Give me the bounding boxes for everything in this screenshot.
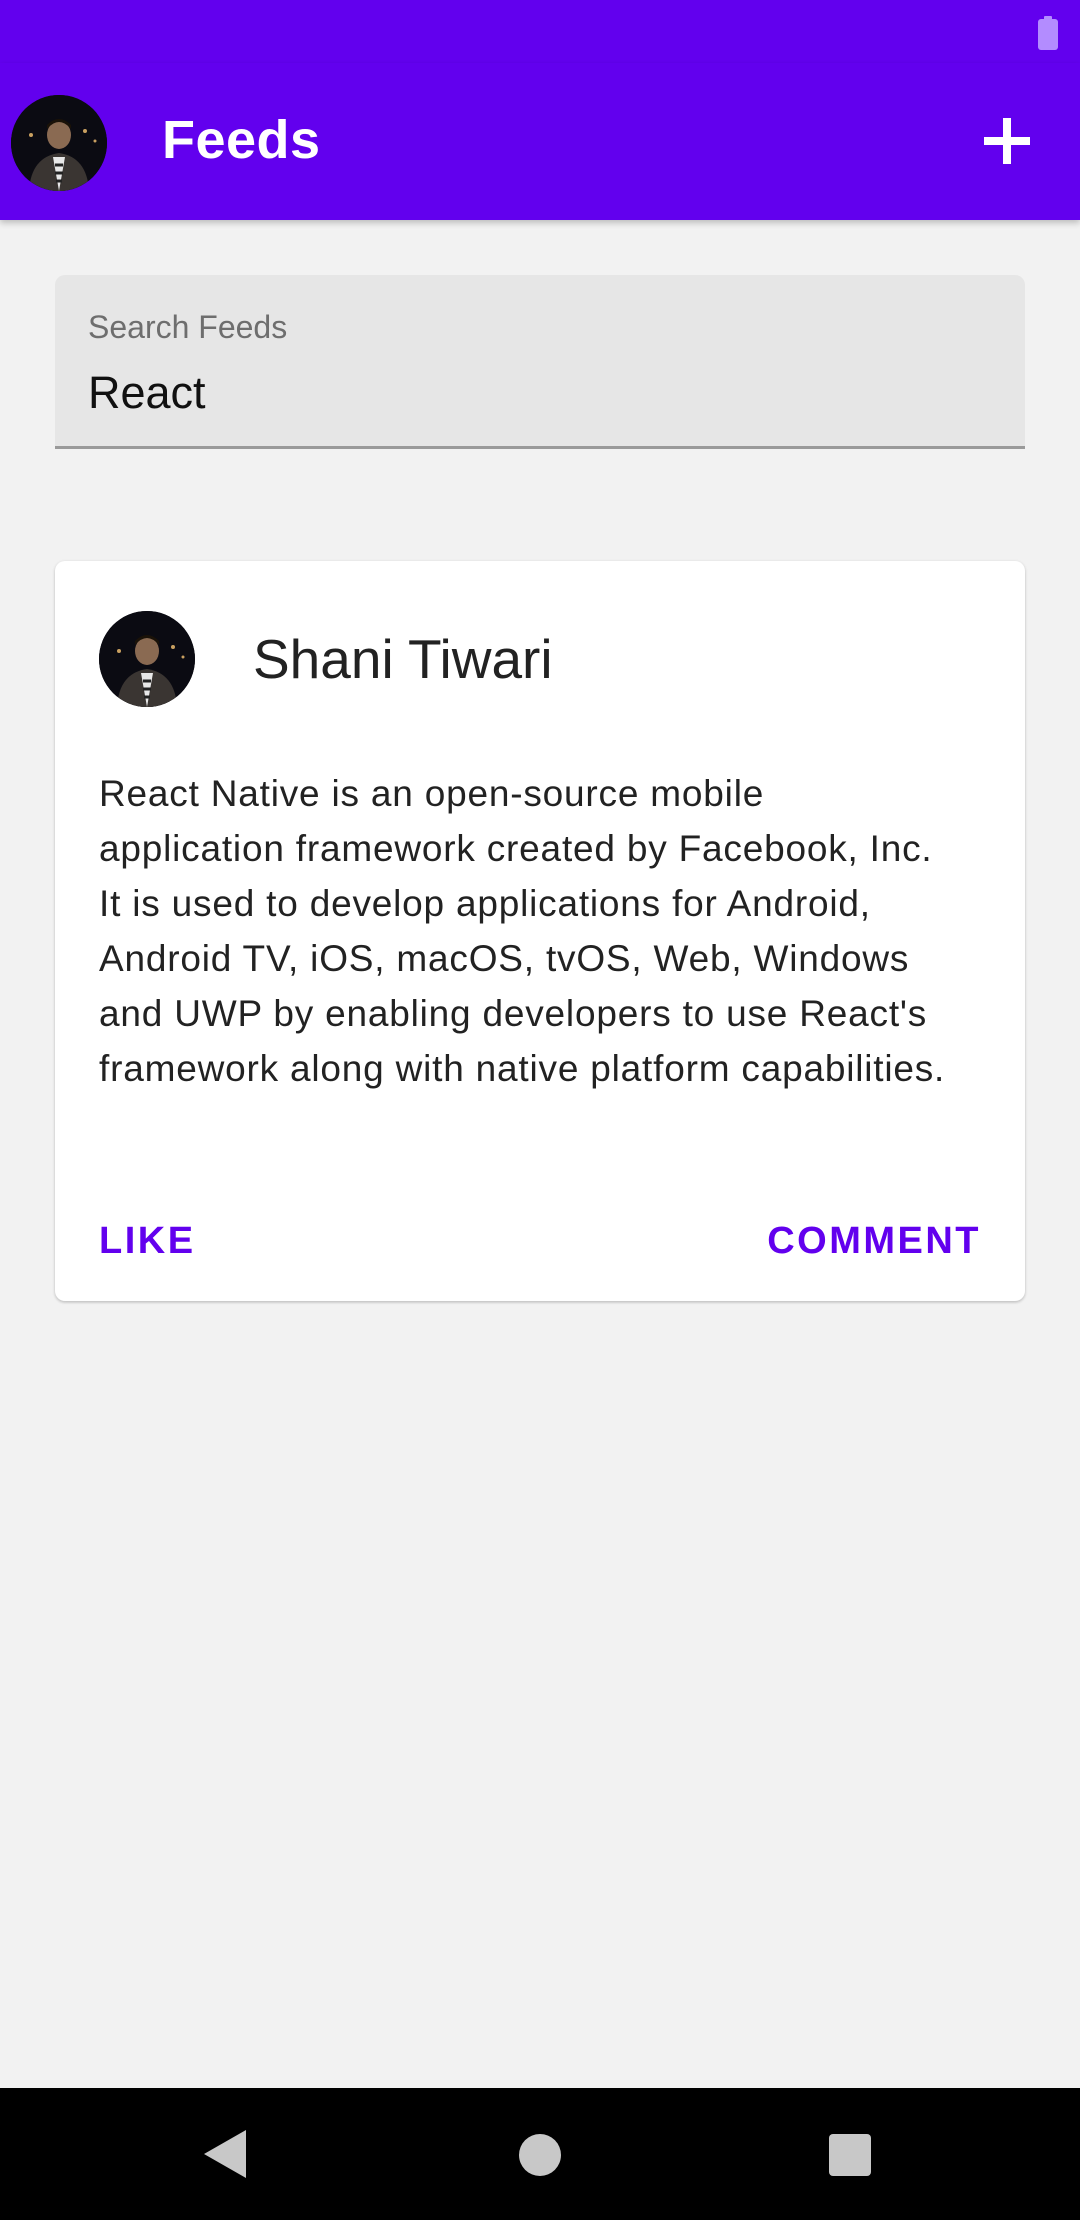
back-icon[interactable] xyxy=(200,2128,250,2180)
profile-avatar[interactable] xyxy=(11,95,107,191)
comment-button[interactable]: COMMENT xyxy=(753,1191,995,1291)
status-bar xyxy=(0,0,1080,63)
system-nav-bar xyxy=(0,2088,1080,2220)
search-label: Search Feeds xyxy=(88,309,288,345)
search-input[interactable]: Search Feeds React xyxy=(55,275,1025,449)
person-photo-icon xyxy=(11,95,107,191)
search-value[interactable]: React xyxy=(88,365,206,421)
battery-icon xyxy=(1038,16,1058,50)
recents-icon[interactable] xyxy=(829,2134,871,2176)
app-bar: Feeds xyxy=(0,63,1080,220)
post-body: React Native is an open-source mobile ap… xyxy=(99,773,946,1089)
feed-card: Shani Tiwari React Native is an open-sou… xyxy=(55,561,1025,1301)
post-author: Shani Tiwari xyxy=(253,628,553,690)
author-avatar[interactable] xyxy=(99,611,195,707)
add-icon[interactable] xyxy=(980,114,1034,168)
page-title: Feeds xyxy=(162,110,321,170)
card-actions: LIKE COMMENT xyxy=(55,1191,1025,1291)
like-button[interactable]: LIKE xyxy=(85,1191,210,1291)
home-icon[interactable] xyxy=(519,2134,561,2176)
person-photo-icon xyxy=(99,611,195,707)
